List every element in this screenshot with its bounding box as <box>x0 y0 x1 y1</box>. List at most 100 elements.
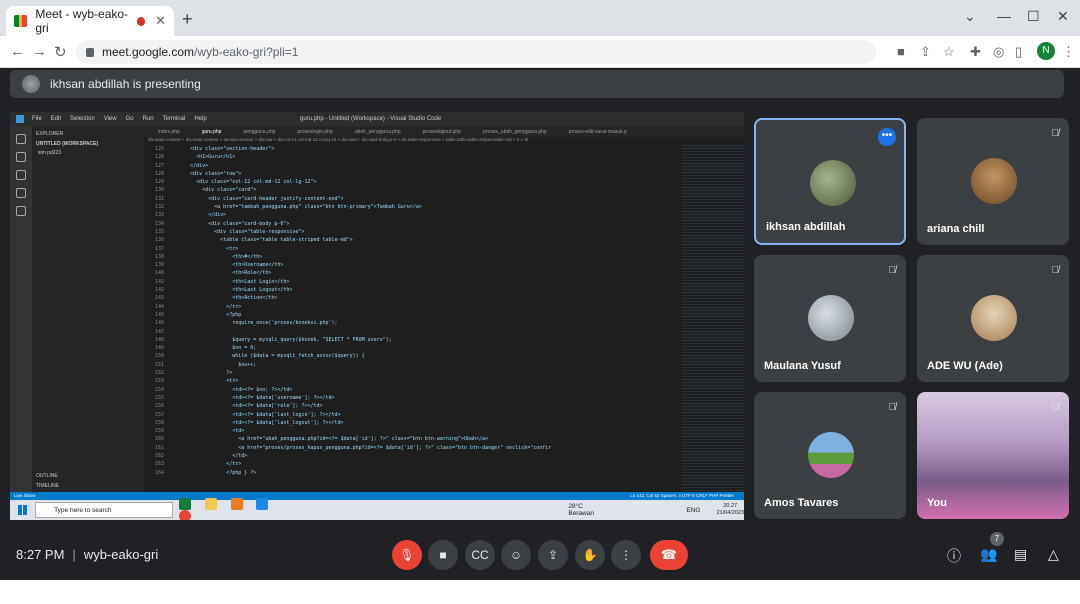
vscode-taskbar-icon <box>256 498 269 510</box>
reactions-button[interactable]: ☺ <box>501 540 531 570</box>
maximize-button[interactable]: ☐ <box>1027 8 1040 25</box>
code-line: 145 <?php <box>144 311 682 319</box>
code-line: 137 <tr> <box>144 245 682 253</box>
microphone-off-button[interactable]: 🎙 <box>392 540 422 570</box>
browser-tab[interactable]: Meet - wyb-eako-gri ✕ <box>6 6 174 36</box>
line-number: 149 <box>154 345 164 352</box>
code-line: 150 while ($data = mysqli_fetch_assoc($q… <box>144 352 682 360</box>
line-text: </div> <box>172 162 209 169</box>
line-number: 139 <box>154 262 164 269</box>
line-number: 153 <box>154 378 164 385</box>
mic-muted-icon: 🎙̸ <box>888 402 897 413</box>
line-number: 132 <box>154 204 164 211</box>
code-line: 158 <td><?= $data['last_logout']; ?></td… <box>144 419 682 427</box>
clock-date: 21/04/2023 <box>716 510 744 516</box>
vscode-menu-item: Terminal <box>162 116 186 122</box>
editor-tab: pengguna.php <box>243 128 276 135</box>
code-line: 132 <a href="tambah_pengguna.php" class=… <box>144 203 682 211</box>
line-number: 155 <box>154 394 164 401</box>
line-text: </tr> <box>172 303 242 310</box>
timeline-section: TIMELINE <box>36 483 60 490</box>
extensions-icon[interactable]: ✚ <box>970 44 981 60</box>
raise-hand-button[interactable]: ✋ <box>575 540 605 570</box>
participant-avatar <box>808 295 854 341</box>
tab-search-icon[interactable]: ⌄ <box>964 8 976 25</box>
meeting-info: 8:27 PM | wyb-eako-gri <box>16 547 159 562</box>
bookmark-star-icon[interactable]: ☆ <box>943 44 955 60</box>
line-number: 152 <box>154 370 164 377</box>
chat-icon[interactable]: ▤ <box>1014 546 1027 563</box>
close-window-button[interactable]: ✕ <box>1057 8 1069 25</box>
line-text: <td><?= $no; ?></td> <box>172 386 293 393</box>
reload-button[interactable]: ↻ <box>54 43 67 61</box>
meet-controls-bar: 8:27 PM | wyb-eako-gri 🎙 ■ CC ☺ ⇪ ✋ ⋮ ☎ ⓘ … <box>0 530 1080 580</box>
participant-tile[interactable]: 🎙̸ Maulana Yusuf <box>754 255 906 382</box>
line-text: <td><?= $data['last_login']; ?></td> <box>172 411 341 418</box>
line-number: 140 <box>154 270 164 277</box>
editor-tab: proseslogout.php <box>422 128 461 135</box>
more-options-icon[interactable]: ••• <box>878 128 896 146</box>
editor-breadcrumb: div.main-content > div.main-content > se… <box>148 137 529 142</box>
line-number: 129 <box>154 179 164 186</box>
share-icon[interactable]: ⇪ <box>920 44 931 60</box>
current-time: 8:27 PM <box>16 547 65 562</box>
line-number: 135 <box>154 228 164 235</box>
minimize-button[interactable]: — <box>997 8 1011 24</box>
line-text: <td><?= $data['role']; ?></td> <box>172 403 323 410</box>
forward-button[interactable]: → <box>32 43 47 60</box>
captions-button[interactable]: CC <box>465 540 495 570</box>
code-line: 162 </td> <box>144 452 682 460</box>
participant-avatar <box>810 160 856 206</box>
source-control-icon <box>16 170 26 180</box>
participant-count-badge: 7 <box>990 532 1004 546</box>
mic-muted-icon: 🎙̸ <box>1051 128 1060 139</box>
vscode-menu: File Edit Selection View Go Run Terminal Help <box>32 116 216 122</box>
vscode-activity-bar <box>10 126 32 492</box>
line-text: <div class="row"> <box>172 170 242 177</box>
line-text: $query = mysqli_query($konek, "SELECT * … <box>172 336 392 343</box>
people-icon[interactable]: 👥 <box>980 546 997 563</box>
line-number: 154 <box>154 386 164 393</box>
line-number: 143 <box>154 295 164 302</box>
more-options-button[interactable]: ⋮ <box>611 540 641 570</box>
extensions-icon <box>16 206 26 216</box>
file-explorer-icon <box>204 498 217 510</box>
present-button[interactable]: ⇪ <box>538 540 568 570</box>
line-text: <div class="card"> <box>172 187 257 194</box>
line-text: <div class="card-header justify-content-… <box>172 195 344 202</box>
participant-name: Amos Tavares <box>764 497 839 509</box>
chrome-taskbar-icon <box>178 510 191 520</box>
profile-avatar[interactable]: N <box>1037 42 1055 60</box>
line-text: <tr> <box>172 245 239 252</box>
code-line: 161 <a href="proses/proses_hapus_penggun… <box>144 444 682 452</box>
participant-name: ADE WU (Ade) <box>927 360 1003 372</box>
close-tab-icon[interactable]: ✕ <box>155 13 166 29</box>
leave-call-button[interactable]: ☎ <box>650 540 688 570</box>
meeting-details-icon[interactable]: ⓘ <box>947 546 961 566</box>
sidepanel-icon[interactable]: ▯ <box>1015 44 1022 60</box>
code-line: 129 <div class="col-12 col-md-12 col-lg-… <box>144 178 682 186</box>
presenting-banner: ikhsan abdillah is presenting <box>10 70 1064 98</box>
menu-kebab-icon[interactable]: ⋮ <box>1062 44 1075 60</box>
participant-tile[interactable]: 🎙̸ Amos Tavares <box>754 392 906 519</box>
tab-title: Meet - wyb-eako-gri <box>35 7 129 35</box>
code-line: 142 <th>Last Logout</th> <box>144 286 682 294</box>
line-number: 144 <box>154 303 164 310</box>
url-input[interactable]: meet.google.com/wyb-eako-gri?pli=1 <box>76 40 876 64</box>
clock-time: 20.27 <box>723 503 738 509</box>
line-text: $no = 0; <box>172 345 257 352</box>
meeting-code: wyb-eako-gri <box>83 547 159 562</box>
line-number: 136 <box>154 237 164 244</box>
camera-button[interactable]: ■ <box>428 540 458 570</box>
camera-icon[interactable]: ■ <box>897 44 905 59</box>
participant-tile[interactable]: 🎙̸ ADE WU (Ade) <box>917 255 1069 382</box>
line-text: ?> <box>172 370 233 377</box>
media-icon[interactable]: ◎ <box>993 44 1004 60</box>
new-tab-button[interactable]: + <box>182 9 193 30</box>
activities-icon[interactable]: △ <box>1048 546 1059 563</box>
line-number: 128 <box>154 170 164 177</box>
participant-tile[interactable]: 🎙̸ ariana chill <box>917 118 1069 245</box>
back-button[interactable]: ← <box>10 43 25 60</box>
self-view-tile[interactable]: 🎙̸ You <box>917 392 1069 519</box>
participant-tile[interactable]: ••• ikhsan abdillah <box>754 118 906 245</box>
